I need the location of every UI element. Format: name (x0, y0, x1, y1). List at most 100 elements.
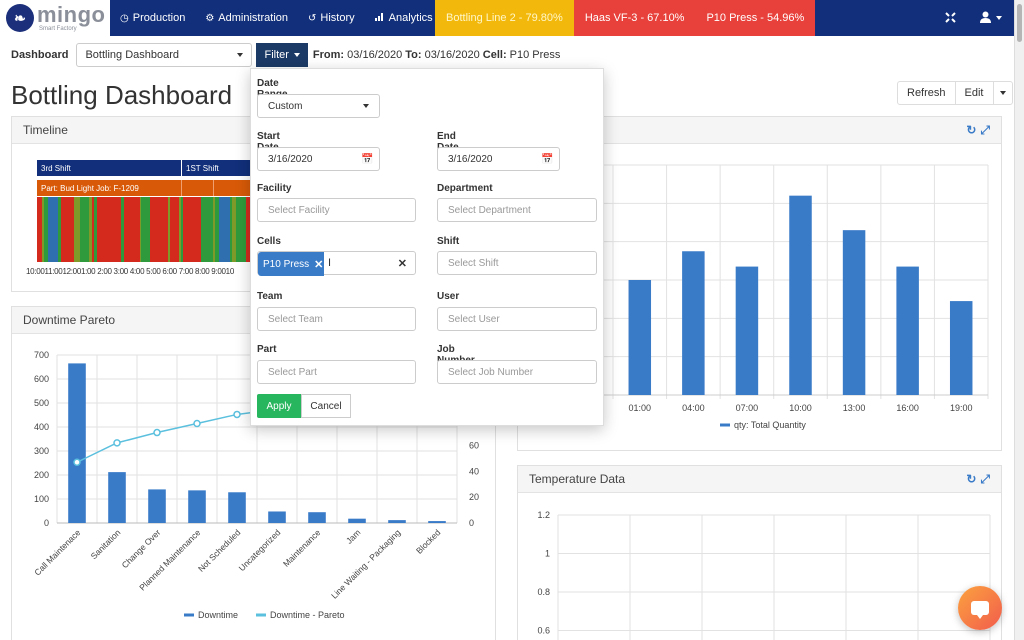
chevron-down-icon (237, 53, 244, 57)
x-tick-label: Not Scheduled (196, 527, 243, 574)
state-segment[interactable] (79, 197, 90, 262)
status-tab-p10-press[interactable]: P10 Press - 54.96% (695, 0, 816, 36)
refresh-icon[interactable]: ↻ (966, 472, 976, 487)
refresh-icon[interactable]: ↻ (966, 123, 976, 138)
dashboard-actions: Refresh Edit (897, 81, 1013, 105)
more-options-button[interactable] (994, 82, 1012, 104)
quantity-bar (949, 301, 973, 395)
downtime-bar (108, 472, 126, 523)
brand-logo[interactable]: ❧ mingo Smart Factory (0, 0, 110, 36)
downtime-bar (308, 512, 326, 523)
end-date-input[interactable]: 3/16/2020 (437, 147, 537, 171)
x-tick-label: 07:00 (736, 403, 759, 413)
state-segment[interactable] (183, 197, 201, 262)
quantity-bar (842, 230, 866, 395)
user-menu-button[interactable] (968, 11, 1014, 26)
state-segment[interactable] (235, 197, 246, 262)
chevron-down-icon (363, 104, 369, 108)
status-tab-bottling-line-2[interactable]: Bottling Line 2 - 79.80% (435, 0, 574, 36)
y-tick-label: 100 (34, 494, 49, 504)
apply-button[interactable]: Apply (257, 394, 301, 418)
clear-selection-icon[interactable]: ✕ (398, 257, 407, 270)
edit-button[interactable]: Edit (956, 82, 994, 104)
filter-button[interactable]: Filter (256, 43, 308, 67)
y-tick-label: 400 (34, 422, 49, 432)
x-tick-label: 13:00 (843, 403, 866, 413)
shift-select[interactable]: Select Shift (437, 251, 597, 275)
team-select[interactable]: Select Team (257, 307, 416, 331)
state-segment[interactable] (96, 197, 122, 262)
shift-block[interactable]: 3rd Shift (37, 160, 182, 176)
dashboard-label: Dashboard (11, 49, 69, 61)
y-tick-label: 0 (44, 518, 49, 528)
y2-tick-label: 20 (469, 492, 479, 502)
calendar-icon[interactable]: 📅 (356, 147, 380, 171)
state-segment[interactable] (200, 197, 213, 262)
cell-value: P10 Press (509, 49, 561, 61)
y2-tick-label: 60 (469, 440, 479, 450)
to-label: To: (405, 49, 422, 61)
nav-administration[interactable]: ⚙ Administration (195, 0, 298, 36)
user-select[interactable]: Select User (437, 307, 597, 331)
state-segment[interactable] (61, 197, 74, 262)
calendar-icon[interactable]: 📅 (536, 147, 560, 171)
pareto-point (233, 410, 241, 419)
gear-icon: ⚙ (205, 12, 215, 24)
state-segment[interactable] (140, 197, 151, 262)
nav-production-label: Production (132, 12, 186, 24)
state-segment[interactable] (123, 197, 140, 262)
state-segment[interactable] (218, 197, 230, 262)
heron-logo-icon: ❧ (6, 4, 34, 32)
facility-select[interactable]: Select Facility (257, 198, 416, 222)
state-segment[interactable] (150, 197, 168, 262)
job-number-select[interactable]: Select Job Number (437, 360, 597, 384)
shift-block[interactable]: 1ST Shift (182, 160, 252, 176)
brand-tagline: Smart Factory (39, 26, 77, 32)
part-job-block[interactable] (214, 180, 252, 196)
cell-label: Cell: (482, 49, 507, 61)
downtime-bar (228, 492, 246, 523)
y-tick-label: 600 (34, 374, 49, 384)
x-tick-label: 10:00 (789, 403, 812, 413)
nav-analytics-label: Analytics (388, 12, 433, 24)
from-value: 03/16/2020 (347, 49, 403, 61)
start-date-input[interactable]: 3/16/2020 (257, 147, 357, 171)
y-tick-label: 300 (34, 446, 49, 456)
expand-icon[interactable]: ⤢ (980, 123, 990, 138)
page-scrollbar[interactable] (1014, 0, 1024, 640)
quantity-bar (682, 251, 705, 395)
status-tab-haas-vf3[interactable]: Haas VF-3 - 67.10% (573, 0, 696, 36)
selected-cell-chip[interactable]: P10 Press ✕ (258, 252, 324, 276)
state-timeline-strip[interactable] (37, 197, 252, 262)
refresh-button[interactable]: Refresh (898, 82, 956, 104)
y-tick-label: 0.8 (537, 587, 550, 597)
date-range-select[interactable]: Custom (257, 94, 380, 118)
y2-tick-label: 0 (469, 518, 474, 528)
downtime-bar (428, 521, 446, 523)
downtime-bar (388, 520, 406, 523)
dashboard-select[interactable]: Bottling Dashboard (76, 43, 253, 67)
state-segment[interactable] (170, 197, 179, 262)
part-job-block[interactable] (182, 180, 214, 196)
temperature-panel: Temperature Data ↻ ⤢ 1.2 1 0.8 0.6 (517, 465, 1002, 640)
expand-icon[interactable]: ⤢ (980, 472, 990, 487)
part-select[interactable]: Select Part (257, 360, 416, 384)
nav-history-label: History (320, 12, 355, 24)
pareto-point (193, 419, 201, 428)
cells-label: Cells (257, 236, 281, 247)
fullscreen-button[interactable] (933, 11, 968, 26)
scrollbar-thumb[interactable] (1017, 4, 1022, 42)
shift-label: Shift (437, 236, 460, 247)
department-select[interactable]: Select Department (437, 198, 597, 222)
nav-production[interactable]: ◷ Production (110, 0, 195, 36)
dashboard-select-value: Bottling Dashboard (85, 49, 180, 61)
remove-chip-icon[interactable]: ✕ (314, 258, 323, 271)
chat-launcher-button[interactable] (958, 586, 1002, 630)
part-job-block[interactable]: Part: Bud Light Job: F-1209 (37, 180, 182, 196)
state-segment[interactable] (47, 197, 58, 262)
cancel-button[interactable]: Cancel (301, 394, 351, 418)
nav-history[interactable]: ↺ History (298, 0, 365, 36)
timeline-title: Timeline (23, 123, 68, 137)
chevron-down-icon (996, 16, 1002, 20)
selected-cell-label: P10 Press (263, 258, 310, 270)
